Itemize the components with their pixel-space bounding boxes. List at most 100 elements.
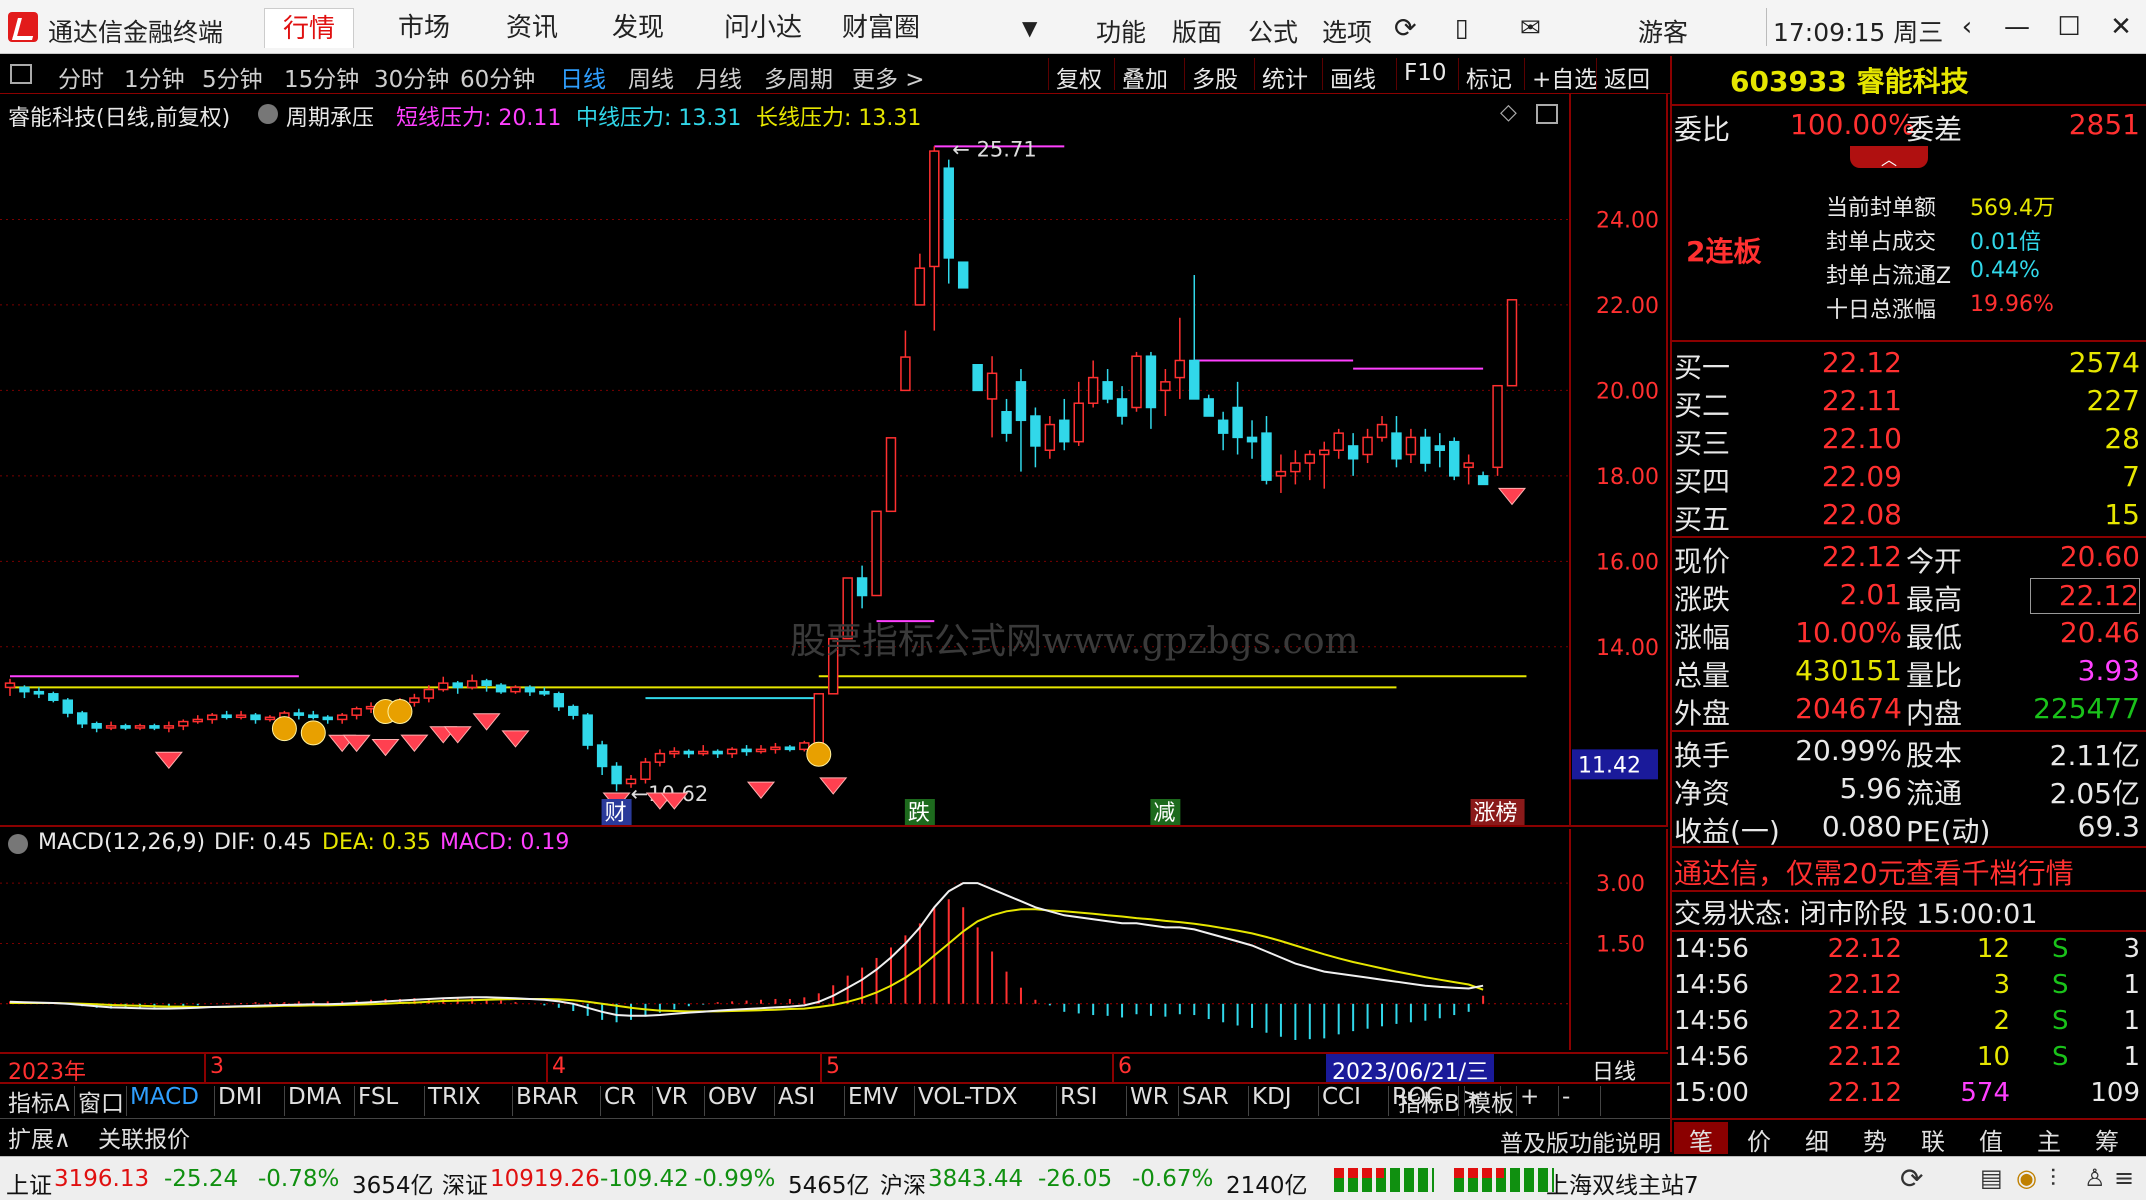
kline-svg[interactable]: 24.0022.0020.0018.0016.0014.00← 25.71←10… <box>0 94 1668 827</box>
promo-link[interactable]: 通达信，仅需20元查看千档行情 <box>1674 852 2074 890</box>
quote-tab-4[interactable]: 联 <box>1906 1122 1960 1156</box>
toolbar-3[interactable]: 统计 <box>1262 60 1308 94</box>
grid-icon[interactable]: ▤ <box>1980 1164 2003 1192</box>
close-icon[interactable]: ✕ <box>2104 10 2138 44</box>
coin-icon[interactable]: ◉ <box>2016 1164 2037 1192</box>
menu-tab-1[interactable]: 市场 <box>380 8 468 48</box>
tool-1[interactable]: 版面 <box>1172 13 1222 49</box>
indicator-tab-7[interactable]: BRAR <box>516 1084 579 1120</box>
toolbar-2[interactable]: 多股 <box>1192 60 1238 94</box>
mail-icon[interactable]: ✉ <box>1520 13 1541 42</box>
indicator-tab-14[interactable]: RSI <box>1060 1084 1097 1120</box>
quote-tab-6[interactable]: 主 <box>2022 1122 2076 1156</box>
toolbar-7[interactable]: +自选 <box>1532 60 1597 94</box>
collapse-icon[interactable]: ︿ <box>1850 146 1928 169</box>
indicator-tab-15[interactable]: WR <box>1130 1084 1169 1120</box>
indicator-tab-22[interactable]: 模板 <box>1468 1084 1514 1120</box>
ext-tab-1[interactable]: 关联报价 <box>98 1120 190 1154</box>
toolbar-8[interactable]: 返回 <box>1604 60 1650 94</box>
quote-tab-2[interactable]: 细 <box>1790 1122 1844 1156</box>
indicator-tab-21[interactable]: 指标B <box>1398 1084 1460 1120</box>
minimize-icon[interactable]: — <box>2000 10 2034 44</box>
indicator-tab-10[interactable]: OBV <box>708 1084 757 1120</box>
quote-tab-7[interactable]: 筹 <box>2080 1122 2134 1156</box>
toolbar-6[interactable]: 标记 <box>1466 60 1512 94</box>
candle <box>1405 436 1417 456</box>
toolbar-5[interactable]: F10 <box>1404 60 1447 86</box>
quote-tab-1[interactable]: 价 <box>1732 1122 1786 1156</box>
quote-tab-3[interactable]: 势 <box>1848 1122 1902 1156</box>
period-7[interactable]: 周线 <box>628 60 674 94</box>
indicator-tab-17[interactable]: KDJ <box>1252 1084 1292 1120</box>
window-icon[interactable] <box>1536 104 1558 124</box>
menu-tab-5[interactable]: 财富圈 <box>824 8 938 48</box>
refresh-icon[interactable]: ⟳ <box>1900 1162 1923 1195</box>
period-3[interactable]: 15分钟 <box>284 60 359 94</box>
indicator-tab-5[interactable]: FSL <box>358 1084 398 1120</box>
panel-toggle-icon[interactable] <box>10 64 32 84</box>
quote-tab-0[interactable]: 笔 <box>1674 1122 1728 1156</box>
divider <box>1048 58 1049 90</box>
person-icon[interactable]: ♙ <box>2084 1164 2106 1192</box>
y-tick-label: 14.00 <box>1596 636 1659 661</box>
tool-3[interactable]: 选项 <box>1322 13 1372 49</box>
stat2-label-0: 换手 <box>1674 739 1731 772</box>
chart-icon[interactable]: ⫶ <box>2050 1164 2056 1192</box>
indicator-tab-0[interactable]: 指标A <box>8 1084 70 1120</box>
toolbar-1[interactable]: 叠加 <box>1122 60 1168 94</box>
candle <box>19 686 30 693</box>
indicator-tab-23[interactable]: + <box>1520 1084 1539 1120</box>
macd-pane[interactable]: 3.00 1.50 <box>0 829 1668 1050</box>
menu-tab-2[interactable]: 资讯 <box>488 8 576 48</box>
indicator-tab-16[interactable]: SAR <box>1182 1084 1229 1120</box>
period-1[interactable]: 1分钟 <box>124 60 185 94</box>
indicator-tab-8[interactable]: CR <box>604 1084 636 1120</box>
indicator-tab-4[interactable]: DMA <box>288 1084 341 1120</box>
period-5[interactable]: 60分钟 <box>460 60 535 94</box>
indicator-tab-1[interactable]: 窗口 <box>78 1084 124 1120</box>
period-2[interactable]: 5分钟 <box>202 60 263 94</box>
indicator-tab-3[interactable]: DMI <box>218 1084 262 1120</box>
menu-tab-3[interactable]: 发现 <box>594 8 682 48</box>
phone-icon[interactable]: ▯ <box>1455 13 1469 42</box>
tool-0[interactable]: 功能 <box>1096 13 1146 49</box>
period-10[interactable]: 更多 > <box>852 60 925 94</box>
macd-svg[interactable]: 3.00 1.50 <box>0 829 1668 1050</box>
macd-toggle-icon[interactable] <box>8 834 28 854</box>
period-6[interactable]: 日线 <box>560 60 606 94</box>
server-name[interactable]: 上海双线主站7 <box>1546 1166 1699 1200</box>
period-4[interactable]: 30分钟 <box>374 60 449 94</box>
indicator-tab-18[interactable]: CCI <box>1322 1084 1361 1120</box>
period-0[interactable]: 分时 <box>58 60 104 94</box>
candle <box>1362 436 1373 456</box>
maximize-icon[interactable]: ☐ <box>2052 10 2086 44</box>
indicator-tab-9[interactable]: VR <box>656 1084 688 1120</box>
period-9[interactable]: 多周期 <box>764 60 833 94</box>
dropdown-arrow-icon[interactable]: ▼ <box>1022 16 1037 40</box>
ext-tab-0[interactable]: 扩展∧ <box>8 1120 71 1154</box>
candle <box>1304 453 1316 464</box>
tool-2[interactable]: 公式 <box>1248 13 1298 49</box>
kline-chart[interactable]: 24.0022.0020.0018.0016.0014.00← 25.71←10… <box>0 94 1668 827</box>
toolbar-4[interactable]: 画线 <box>1330 60 1376 94</box>
indicator-tab-13[interactable]: VOL-TDX <box>918 1084 1018 1120</box>
indicator-tab-11[interactable]: ASI <box>778 1084 815 1120</box>
period-8[interactable]: 月线 <box>696 60 742 94</box>
menu-icon[interactable]: ≡ <box>2114 1164 2134 1192</box>
indicator-toggle-icon[interactable] <box>258 104 278 124</box>
user-label[interactable]: 游客 <box>1638 13 1688 49</box>
quote-tab-5[interactable]: 值 <box>1964 1122 2018 1156</box>
menu-tab-0[interactable]: 行情 <box>264 8 355 48</box>
candle <box>322 716 333 721</box>
toolbar-0[interactable]: 复权 <box>1056 60 1102 94</box>
indicator-tab-6[interactable]: TRIX <box>428 1084 481 1120</box>
help-link[interactable]: 普及版功能说明 <box>1500 1124 1661 1158</box>
indicator-tab-12[interactable]: EMV <box>848 1084 898 1120</box>
refresh-icon[interactable]: ⟳ <box>1394 13 1417 44</box>
menu-tab-4[interactable]: 问小达 <box>706 8 820 48</box>
back-arrow-icon[interactable]: ‹ <box>1950 10 1984 44</box>
indicator-tab-24[interactable]: - <box>1562 1084 1570 1120</box>
diamond-icon[interactable]: ◇ <box>1500 100 1517 125</box>
stat-value-0: 22.12 <box>1821 540 1902 573</box>
indicator-tab-2[interactable]: MACD <box>130 1084 199 1120</box>
